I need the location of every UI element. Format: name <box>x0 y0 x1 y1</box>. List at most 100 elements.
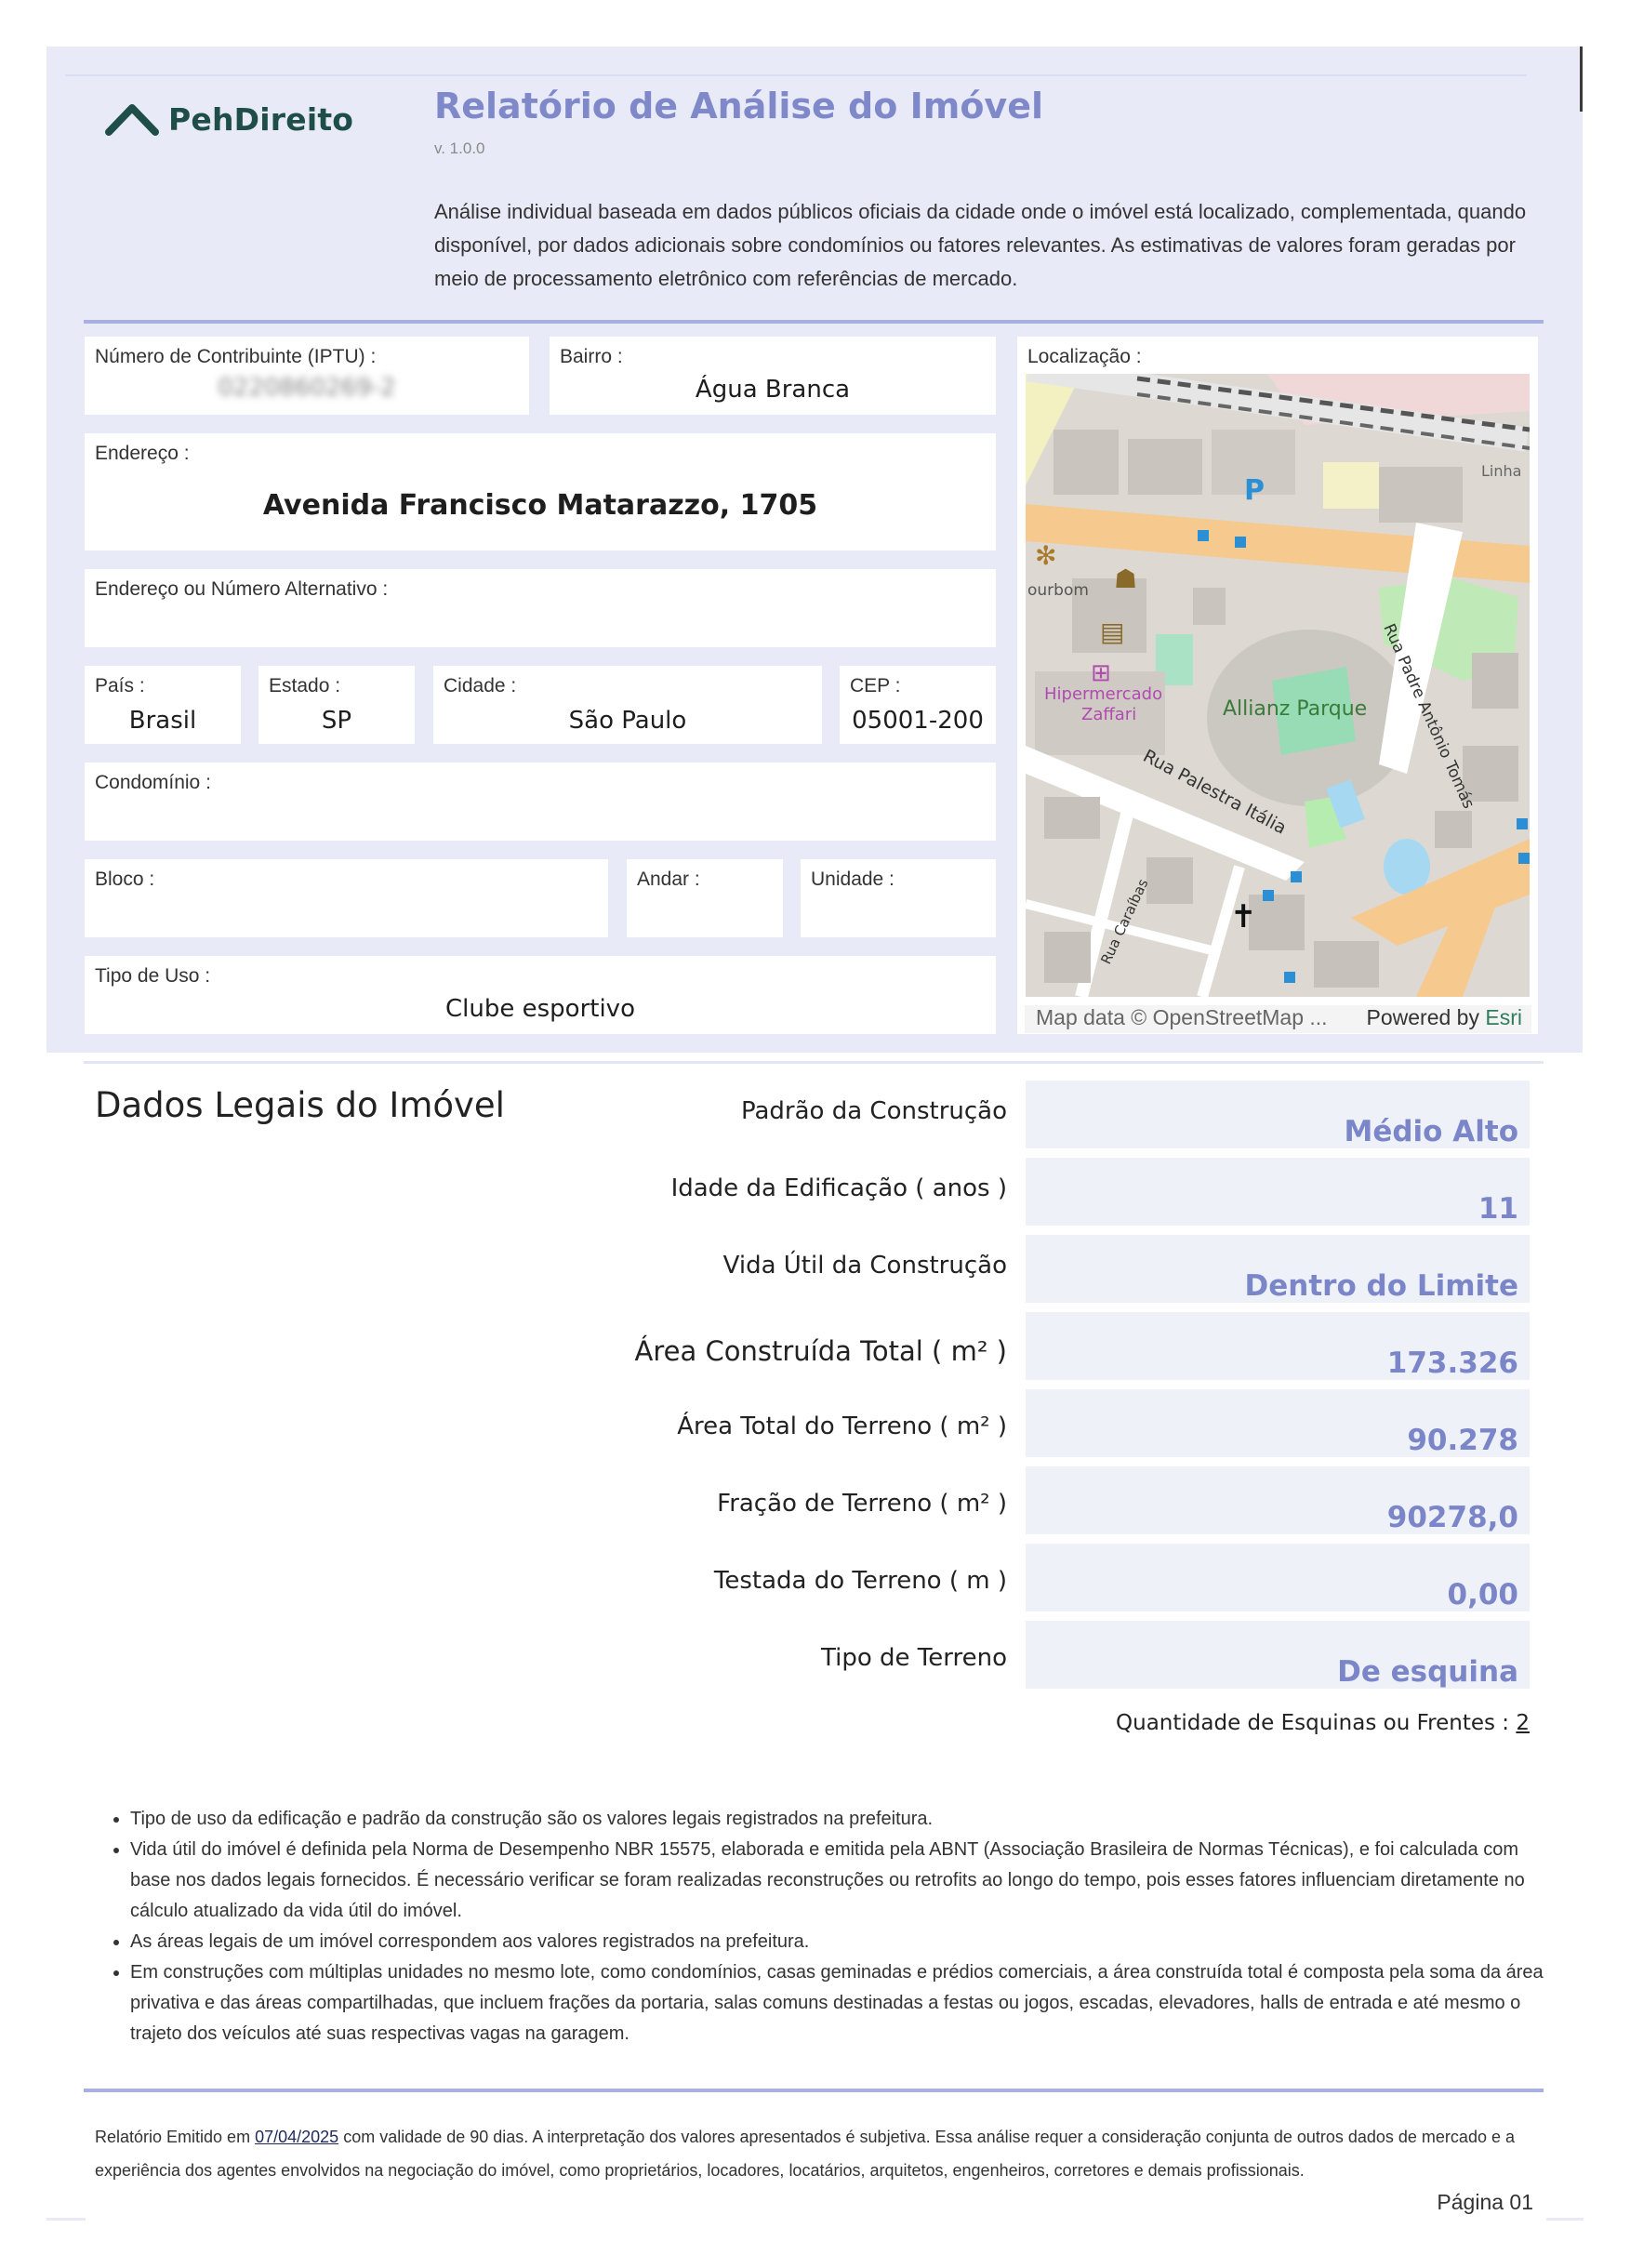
estado-value: SP <box>321 707 352 735</box>
idade-box: 11 <box>1026 1158 1530 1226</box>
endereco-label: Endereço : <box>95 443 190 464</box>
esquinas: Quantidade de Esquinas ou Frentes : 2 <box>1116 1711 1530 1735</box>
esri-link[interactable]: Esri <box>1485 1005 1522 1029</box>
unidade-field: Unidade : <box>801 859 996 937</box>
edge-mark <box>1580 46 1583 112</box>
report-version: v. 1.0.0 <box>434 139 485 157</box>
iptu-field: Número de Contribuinte (IPTU) : 02208602… <box>85 337 529 415</box>
fracao-value: 90278,0 <box>1386 1501 1518 1534</box>
fracao-box: 90278,0 <box>1026 1466 1530 1534</box>
localizacao-label: Localização : <box>1027 346 1142 367</box>
bairro-field: Bairro : Água Branca <box>550 337 996 415</box>
footer-separator <box>84 2089 1544 2092</box>
map-credit-text: Map data © OpenStreetMap ... <box>1036 1005 1328 1029</box>
cep-label: CEP : <box>850 675 901 696</box>
cidade-label: Cidade : <box>444 675 517 696</box>
endereco-alt-label: Endereço ou Número Alternativo : <box>95 578 389 600</box>
area-construida-box: 173.326 <box>1026 1312 1530 1380</box>
area-terreno-box: 90.278 <box>1026 1389 1530 1457</box>
estado-label: Estado : <box>269 675 341 696</box>
map-label-linha: Linha <box>1481 462 1521 480</box>
testada-value: 0,00 <box>1447 1578 1519 1611</box>
condominio-label: Condomínio : <box>95 772 211 793</box>
map-canvas: P Linha ourbom Hipermercado Zaffari Alli… <box>1026 374 1530 997</box>
testada-box: 0,00 <box>1026 1544 1530 1611</box>
endereco-alt-field: Endereço ou Número Alternativo : <box>85 569 996 647</box>
map-label-hipermercado: Hipermercado <box>1044 684 1162 704</box>
iptu-label: Número de Contribuinte (IPTU) : <box>95 346 377 367</box>
footer-pre: Relatório Emitido em <box>95 2128 251 2146</box>
tipo-uso-label: Tipo de Uso : <box>95 965 211 987</box>
tipo-uso-value: Clube esportivo <box>445 995 635 1023</box>
bairro-value: Água Branca <box>695 376 851 404</box>
footer-date: 07/04/2025 <box>255 2128 339 2146</box>
testada-label: Testada do Terreno ( m ) <box>713 1567 1007 1595</box>
footer-disclaimer: Relatório Emitido em 07/04/2025 com vali… <box>95 2120 1531 2187</box>
map-credit: Map data © OpenStreetMap ... Powered by … <box>1025 1005 1531 1033</box>
report-description: Análise individual baseada em dados públ… <box>434 200 1527 290</box>
esquinas-label: Quantidade de Esquinas ou Frentes : <box>1116 1711 1510 1735</box>
pais-value: Brasil <box>128 707 197 735</box>
map-powered-label: Powered by <box>1366 1005 1479 1029</box>
note-item: Vida útil do imóvel é definida pela Norm… <box>130 1835 1553 1927</box>
pais-field: País : Brasil <box>85 666 241 744</box>
map-label-zaffari: Zaffari <box>1081 705 1136 724</box>
bloco-label: Bloco : <box>95 869 155 890</box>
endereco-value: Avenida Francisco Matarazzo, 1705 <box>262 489 818 522</box>
notes-list: Tipo de uso da edificação e padrão da co… <box>112 1804 1553 2049</box>
roof-icon <box>105 104 159 136</box>
map-label-allianz: Allianz Parque <box>1223 697 1367 721</box>
note-item: Tipo de uso da edificação e padrão da co… <box>130 1804 1553 1835</box>
map-label-bourbon: ourbom <box>1027 581 1089 600</box>
footer-edge-left <box>46 2218 86 2221</box>
cep-value: 05001-200 <box>852 707 984 735</box>
parking-label: P <box>1244 474 1265 507</box>
map-powered: Powered by Esri <box>1367 1005 1522 1030</box>
pais-label: País : <box>95 675 145 696</box>
area-construida-label: Área Construída Total ( m² ) <box>634 1335 1007 1367</box>
tipo-terreno-label: Tipo de Terreno <box>821 1644 1007 1672</box>
header-separator <box>84 320 1544 324</box>
endereco-field: Endereço : Avenida Francisco Matarazzo, … <box>85 433 996 550</box>
tipo-terreno-value: De esquina <box>1337 1655 1518 1689</box>
andar-field: Andar : <box>627 859 783 937</box>
tipo-terreno-box: De esquina <box>1026 1621 1530 1689</box>
tipo-uso-field: Tipo de Uso : Clube esportivo <box>85 956 996 1034</box>
vida-util-value: Dentro do Limite <box>1244 1269 1518 1303</box>
padrao-value: Médio Alto <box>1344 1115 1518 1148</box>
note-item: As áreas legais de um imóvel corresponde… <box>130 1927 1553 1957</box>
cidade-field: Cidade : São Paulo <box>433 666 822 744</box>
header-top-rule <box>65 74 1527 76</box>
page-number: Página 01 <box>1437 2190 1533 2214</box>
area-construida-value: 173.326 <box>1386 1346 1518 1380</box>
unidade-label: Unidade : <box>811 869 895 890</box>
cart-icon: ⊞ <box>1091 659 1111 687</box>
theatre-icon: ☗ <box>1114 564 1137 594</box>
bloco-field: Bloco : <box>85 859 608 937</box>
area-terreno-value: 90.278 <box>1407 1424 1518 1457</box>
idade-value: 11 <box>1478 1192 1518 1226</box>
legal-section-title: Dados Legais do Imóvel <box>95 1085 505 1125</box>
area-terreno-label: Área Total do Terreno ( m² ) <box>677 1413 1007 1440</box>
andar-label: Andar : <box>637 869 700 890</box>
condominio-field: Condomínio : <box>85 763 996 841</box>
cidade-value: São Paulo <box>568 707 687 735</box>
church-icon: ✝ <box>1230 898 1257 935</box>
padrao-label: Padrão da Construção <box>740 1097 1007 1125</box>
idade-label: Idade da Edificação ( anos ) <box>670 1174 1007 1202</box>
brand-logo: PehDireito <box>105 100 353 138</box>
shopping-icon: ✻ <box>1035 540 1056 571</box>
footer-edge-right <box>1546 2218 1584 2221</box>
estado-field: Estado : SP <box>258 666 415 744</box>
note-item: Em construções com múltiplas unidades no… <box>130 1957 1553 2049</box>
esquinas-value: 2 <box>1516 1711 1530 1735</box>
location-map[interactable]: P Linha ourbom Hipermercado Zaffari Alli… <box>1026 374 1530 997</box>
vida-util-box: Dentro do Limite <box>1026 1235 1530 1303</box>
vida-util-label: Vida Útil da Construção <box>722 1252 1007 1280</box>
cinema-icon: ▤ <box>1100 617 1124 647</box>
bairro-label: Bairro : <box>560 346 623 367</box>
padrao-box: Médio Alto <box>1026 1081 1530 1148</box>
report-title: Relatório de Análise do Imóvel <box>434 86 1043 126</box>
brand-name: PehDireito <box>168 100 354 138</box>
fracao-label: Fração de Terreno ( m² ) <box>717 1490 1007 1518</box>
